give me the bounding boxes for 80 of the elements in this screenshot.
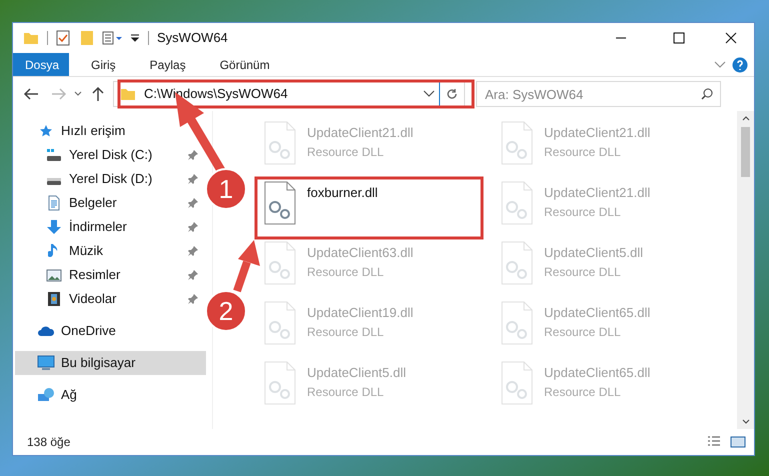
file-type: Resource DLL [307,144,385,160]
file-item[interactable]: foxburner.dll [263,181,378,239]
sidebar-item[interactable]: Belgeler [15,191,206,215]
pin-icon [188,198,198,208]
file-name: UpdateClient21.dll [544,124,650,142]
item-count: 138 öğe [27,434,70,451]
pin-icon [188,174,198,184]
ribbon-tab[interactable]: Görünüm [208,53,282,76]
dll-file-icon [263,361,297,405]
chevron-down-icon[interactable] [423,90,435,98]
scrollbar-thumb[interactable] [741,127,750,177]
arrow [233,240,260,292]
pin-icon [188,246,198,256]
folder-icon [120,87,136,101]
checklist-icon[interactable] [56,30,70,46]
dll-file-icon [263,301,297,345]
file-name: UpdateClient21.dll [544,184,650,202]
search-field[interactable]: Ara: SysWOW64 [476,81,721,107]
sidebar-item[interactable]: Yerel Disk (C:) [15,143,206,167]
dll-file-icon [263,241,297,285]
file-type: Resource DLL [544,204,622,220]
ribbon-tab[interactable]: Dosya [13,53,69,76]
down-arrow-icon [46,219,62,235]
scrollbar[interactable] [737,111,754,429]
sidebar-item[interactable]: Müzik [15,239,206,263]
properties-icon[interactable] [102,31,124,45]
file-name: UpdateClient21.dll [307,124,414,142]
file-name: UpdateClient65.dll [544,364,650,382]
file-name: UpdateClient5.dll [307,364,406,382]
dll-file-icon [263,121,297,165]
file-type: Resource DLL [307,384,385,400]
file-type: Resource DLL [544,144,622,160]
drive-icon [46,148,62,162]
file-type: Resource DLL [307,264,385,280]
chevron-down-icon[interactable] [73,90,83,98]
back-arrow-icon[interactable] [23,87,39,101]
dll-file-icon [500,361,534,405]
large-icons-view-icon[interactable] [730,435,746,449]
cloud-icon [37,325,55,337]
dll-file-icon [500,301,534,345]
sidebar-item[interactable]: Resimler [15,263,206,287]
sidebar-item[interactable]: Ağ [15,383,206,407]
search-icon[interactable] [701,88,713,100]
file-name: UpdateClient63.dll [307,244,414,262]
file-name: UpdateClient5.dll [544,244,644,262]
window-title: SysWOW64 [157,29,228,48]
picture-icon [46,268,62,282]
file-name: UpdateClient19.dll [307,304,414,322]
pin-icon [188,222,198,232]
sidebar-item[interactable]: Yerel Disk (D:) [15,167,206,191]
network-icon [37,387,55,403]
file-type: Resource DLL [307,324,385,340]
dll-file-icon [263,181,297,225]
help-icon[interactable] [732,56,748,72]
sidebar-item[interactable]: Hızlı erişim [15,119,206,143]
sidebar-item[interactable]: Bu bilgisayar [15,351,206,375]
file-type: Resource DLL [544,324,622,340]
film-icon [47,291,61,307]
up-arrow-icon[interactable] [91,86,105,102]
music-note-icon [48,243,60,259]
document-icon [47,195,61,211]
dll-file-icon [500,121,534,165]
pin-icon [188,270,198,280]
ribbon-tab[interactable]: Paylaş [138,53,198,76]
dll-file-icon [500,241,534,285]
monitor-icon [37,355,55,371]
caret-icon[interactable] [130,33,140,43]
file-name: UpdateClient65.dll [544,304,650,322]
file-type: Resource DLL [544,384,622,400]
star-icon [39,124,53,138]
sidebar-item[interactable]: Videolar [15,287,206,311]
file-type: Resource DLL [544,264,622,280]
dll-file-icon [500,181,534,225]
refresh-icon[interactable] [446,88,458,100]
pin-icon [188,294,198,304]
ribbon-tab[interactable]: Giriş [79,53,128,76]
pin-icon [188,150,198,160]
sidebar-item[interactable]: OneDrive [15,319,206,343]
sidebar-item[interactable]: İndirmeler [15,215,206,239]
file-name: foxburner.dll [307,184,378,202]
